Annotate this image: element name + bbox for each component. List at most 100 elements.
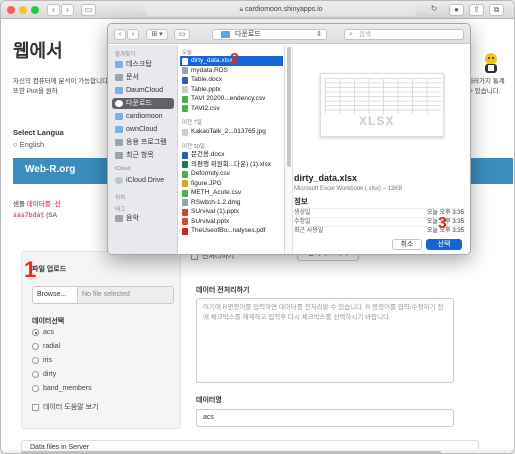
dialog-toolbar: ‹ › ⊞ ▾ ▭ 다운로드 ⇕ ⌕ 검색 [108, 24, 470, 44]
scrollbar-thumb[interactable] [287, 47, 291, 167]
file-name: TheUseofBo...nalyses.pdf [191, 227, 266, 234]
chevron-left-icon: ‹ [118, 31, 122, 38]
file-name: 의편행 위원회...다운) (1).xlsx [191, 160, 271, 168]
close-window-button[interactable] [7, 6, 15, 14]
file-item[interactable]: METH_Acute.csv [180, 188, 283, 198]
folder-icon [115, 126, 123, 133]
file-item[interactable]: 의편행 위원회...다운) (1).xlsx [180, 160, 283, 170]
preprocess-textarea[interactable]: 여기에 R명령어를 입력하면 데이터를 전처리할 수 있습니다. R 명령어를 … [196, 298, 454, 383]
sidebar-item-applications[interactable]: 응용 프로그램 [112, 137, 174, 148]
powerpoint-file-icon [182, 208, 188, 216]
lock-icon: 🔒︎ [239, 6, 244, 13]
minimize-window-button[interactable] [19, 6, 27, 14]
file-item[interactable]: Deformity.csv [180, 169, 283, 179]
file-name: METH_Acute.csv [191, 189, 242, 196]
sidebar-item-music[interactable]: 음악 [112, 213, 174, 224]
preview-file-name: dirty_data.xlsx [294, 173, 358, 183]
folder-icon: ▭ [178, 31, 186, 38]
file-item[interactable]: KakaoTalk_2...013765.jpg [180, 127, 283, 137]
sidebar-item-documents[interactable]: 문서 [112, 72, 174, 83]
dialog-search-input[interactable]: ⌕ 검색 [344, 29, 464, 40]
dataset-radio-acs[interactable]: acs [32, 329, 54, 336]
file-name-field[interactable]: No file selected [78, 286, 174, 304]
radio-selected-icon [32, 329, 39, 336]
view-mode-button[interactable]: ⊞ ▾ [146, 29, 168, 40]
sidebar-item-label: 응용 프로그램 [126, 139, 167, 146]
dataname-input[interactable]: acs [196, 409, 454, 427]
sidebar-item-desktop[interactable]: 데스크탑 [112, 59, 174, 70]
csv-file-icon [182, 105, 188, 112]
horizontal-scrollbar[interactable] [1, 450, 514, 453]
reload-icon: ↻ [430, 4, 438, 13]
home-icon [115, 113, 123, 120]
sidebar-item-owncloud[interactable]: ownCloud [112, 124, 174, 135]
new-folder-button[interactable]: ▭ [174, 29, 190, 40]
tabs-button[interactable]: ⧉ [489, 4, 504, 16]
dataset-radio-dirty[interactable]: dirty [32, 371, 56, 378]
cloud-icon [115, 177, 123, 184]
dataset-radio-radial[interactable]: radial [32, 343, 60, 350]
pdf-file-icon [182, 227, 188, 235]
reload-button[interactable]: ↻ [427, 4, 441, 16]
image-file-icon [182, 180, 188, 187]
file-item[interactable]: figure.JPG [180, 179, 283, 189]
intro-text-left: 자신의 컴퓨터에 분석이 가능합니다 또한 Plot을 원하 [13, 78, 109, 95]
dataset-label: iris [43, 357, 52, 364]
file-name: 문건용.docx [191, 151, 225, 158]
file-item[interactable]: Table.docx [180, 75, 283, 85]
note-suffix: (SA [46, 212, 57, 219]
sidebar-item-downloads[interactable]: 다운로드 [112, 98, 174, 109]
file-item[interactable]: SUrvival.pptx [180, 217, 283, 227]
language-radio-english[interactable]: ○ English [13, 140, 44, 149]
sidebar-item-icloud-drive[interactable]: iCloud Drive [112, 175, 174, 186]
file-list-scrollbar[interactable] [285, 45, 293, 254]
browse-button[interactable]: Browse... [32, 286, 78, 304]
file-item[interactable]: TAVI2.csv [180, 104, 283, 114]
folder-icon [221, 31, 230, 38]
cancel-button[interactable]: 취소 [392, 239, 422, 250]
dialog-back-button[interactable]: ‹ [114, 29, 126, 40]
sidebar-item-daumcloud[interactable]: DaumCloud [112, 85, 174, 96]
info-key: 생성일 [294, 210, 311, 216]
radio-icon [32, 357, 39, 364]
info-button[interactable]: ● [449, 4, 464, 16]
address-bar[interactable]: 🔒︎ cardiomoon.shinyapps.io [146, 4, 416, 16]
csv-file-icon [182, 170, 188, 178]
info-key: 최근 사용일 [294, 228, 324, 234]
file-name: dirty_data.xlsx [191, 57, 233, 64]
sidebar-toggle-button[interactable]: ▭ [81, 4, 96, 16]
dataset-label: dirty [43, 371, 57, 378]
file-item[interactable]: Table.pptx [180, 85, 283, 95]
csv-file-icon [182, 189, 188, 197]
sidebar-item-cardiomoon[interactable]: cardiomoon [112, 111, 174, 122]
open-button[interactable]: 선택 [426, 239, 462, 250]
file-name: mydata.RDS [191, 66, 228, 74]
sidebar-item-label: 데스크탑 [126, 61, 152, 68]
dataset-radio-iris[interactable]: iris [32, 357, 52, 364]
last30-section-label: 이전 30일 [182, 144, 205, 150]
dataset-radio-band-members[interactable]: band_members [32, 385, 92, 392]
file-item[interactable]: 문건용.docx [180, 150, 283, 160]
forward-button[interactable]: › [61, 4, 74, 16]
search-icon: ⌕ [349, 31, 353, 38]
file-name: Table.pptx [191, 85, 221, 93]
dialog-forward-button[interactable]: › [127, 29, 139, 40]
sidebar-item-recents[interactable]: 최근 항목 [112, 150, 174, 161]
music-icon [115, 215, 123, 222]
language-option-label: English [19, 140, 45, 149]
file-item[interactable]: TheUseofBo...nalyses.pdf [180, 226, 283, 236]
note-code-2: sas7bdat [13, 211, 45, 219]
upload-label: 파일 업로드 [32, 266, 67, 273]
file-item[interactable]: RSwitch-1.2.dmg [180, 198, 283, 208]
file-item[interactable]: TAVI 20200...endency.csv [180, 94, 283, 104]
last7-section-label: 이전 7일 [182, 120, 202, 126]
file-item[interactable]: SUrvival (1).pptx [180, 207, 283, 217]
location-dropdown[interactable]: 다운로드 ⇕ [212, 29, 327, 40]
sidebar-icon: ▭ [84, 5, 93, 14]
back-button[interactable]: ‹ [47, 4, 60, 16]
sidebar-item-label: ownCloud [126, 126, 158, 133]
sidebar-item-label: 문서 [126, 74, 139, 81]
maximize-window-button[interactable] [31, 6, 39, 14]
share-button[interactable]: ⇪ [469, 4, 484, 16]
view-data-help-checkbox[interactable]: 데이터 도움말 보기 [32, 402, 98, 412]
